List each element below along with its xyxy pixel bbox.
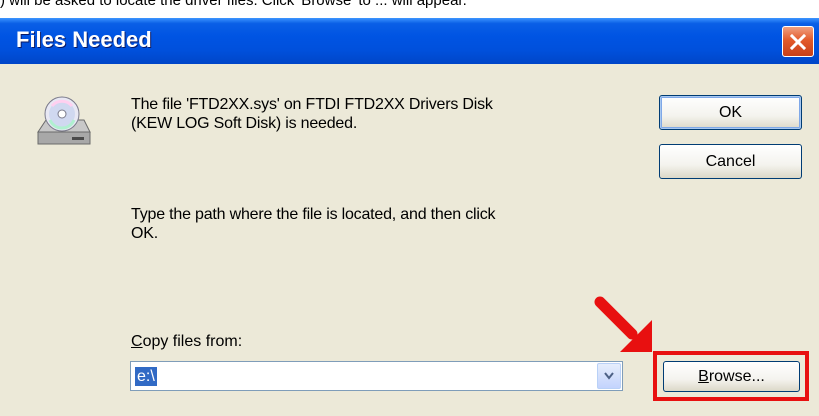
instruction-text: Type the path where the file is located,… — [131, 205, 631, 243]
dialog-title: Files Needed — [16, 27, 152, 52]
instruction-line-2: OK. — [131, 225, 158, 242]
message-line-1: The file 'FTD2XX.sys' on FTDI FTD2XX Dri… — [131, 96, 493, 113]
message-text: The file 'FTD2XX.sys' on FTDI FTD2XX Dri… — [131, 95, 631, 133]
red-arrow-annotation — [594, 296, 652, 352]
close-button[interactable] — [782, 26, 814, 57]
title-bar[interactable]: Files Needed — [0, 18, 819, 64]
close-icon — [790, 34, 806, 50]
dropdown-button[interactable] — [597, 363, 621, 389]
copy-files-from-value[interactable]: e:\ — [135, 367, 157, 386]
copy-label-access-key: C — [131, 333, 143, 350]
ok-button[interactable]: OK — [659, 95, 802, 130]
browse-label-rest: rowse... — [708, 368, 765, 385]
cancel-button[interactable]: Cancel — [659, 144, 802, 179]
copy-files-from-combobox[interactable]: e:\ — [130, 361, 623, 391]
background-caption: ) will be asked to locate the driver fil… — [0, 0, 819, 20]
disk-drive-icon — [37, 96, 91, 145]
background-caption-text: ) will be asked to locate the driver fil… — [0, 0, 467, 9]
message-line-2: (KEW LOG Soft Disk) is needed. — [131, 115, 358, 132]
copy-files-from-label: Copy files from: — [131, 333, 242, 351]
chevron-down-icon — [604, 372, 614, 380]
copy-label-rest: opy files from: — [142, 333, 243, 350]
instruction-line-1: Type the path where the file is located,… — [131, 206, 496, 223]
browse-access-key: B — [698, 368, 709, 385]
files-needed-dialog: Files Needed The file 'FTD2XX.sys' on FT… — [0, 18, 819, 416]
browse-button[interactable]: Browse... — [663, 361, 800, 392]
